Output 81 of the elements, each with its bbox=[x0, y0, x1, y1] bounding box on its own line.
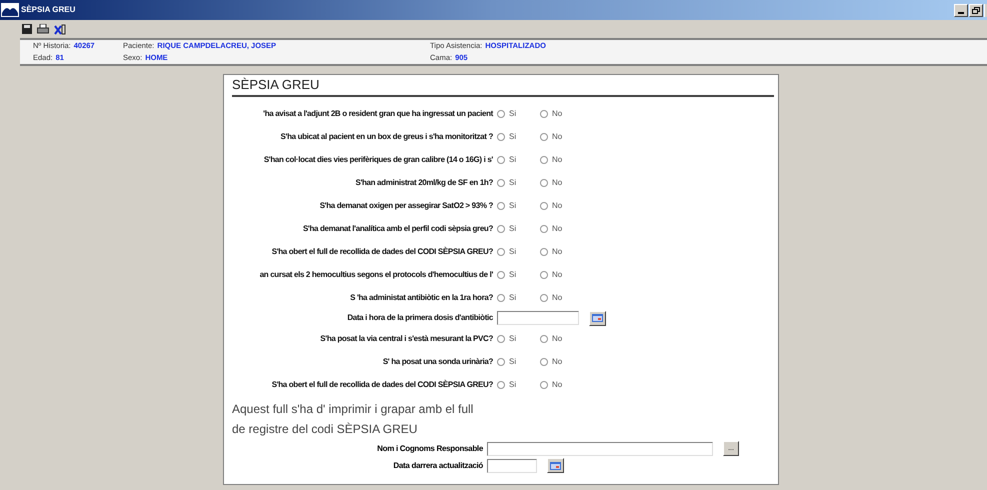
radio-option[interactable]: Si bbox=[497, 268, 540, 280]
radio-option[interactable]: Si bbox=[497, 154, 540, 166]
radio-button[interactable] bbox=[540, 132, 548, 140]
radio-option[interactable]: No bbox=[540, 378, 583, 390]
radio-option[interactable]: No bbox=[540, 200, 583, 212]
radio-option[interactable]: Si bbox=[497, 222, 540, 234]
radio-button[interactable] bbox=[540, 334, 548, 342]
question-label: S'ha demanat l'analítica amb el perfil codi sèpsia greu? bbox=[302, 222, 493, 234]
question-label: an cursat els 2 hemocultius segons el protocols d'hemocultius de l' bbox=[260, 268, 493, 280]
radio-option[interactable]: Si bbox=[497, 176, 540, 188]
radio-option[interactable]: No bbox=[540, 332, 583, 344]
radio-option[interactable]: No bbox=[540, 268, 583, 280]
calendar-icon bbox=[550, 462, 561, 470]
app-logo-icon bbox=[1, 3, 19, 17]
question-label: S'ha obert el full de recollida de dades del CODI SÈPSIA GREU? bbox=[272, 246, 493, 258]
radio-button[interactable] bbox=[497, 294, 505, 302]
radio-button[interactable] bbox=[497, 156, 505, 164]
datetime-input[interactable] bbox=[497, 311, 579, 325]
radio-option[interactable]: No bbox=[540, 222, 583, 234]
radio-option[interactable]: Si bbox=[497, 130, 540, 142]
calendar-button[interactable] bbox=[547, 458, 564, 473]
field-label: Data darrera actualització bbox=[392, 460, 484, 472]
radio-button[interactable] bbox=[540, 358, 548, 366]
radio-button[interactable] bbox=[540, 270, 548, 278]
date-input[interactable] bbox=[487, 458, 537, 472]
radio-button[interactable] bbox=[497, 110, 505, 118]
radio-option[interactable]: Si bbox=[497, 332, 540, 344]
question-label: S'ha obert el full de recollida de dades del CODI SÈPSIA GREU? bbox=[272, 378, 493, 390]
minimize-button[interactable] bbox=[954, 4, 968, 16]
question-label: S'ha posat la via central i s'està mesurant la PVC? bbox=[320, 332, 493, 344]
radio-button[interactable] bbox=[497, 380, 505, 388]
radio-option[interactable]: Si bbox=[497, 378, 540, 390]
radio-option[interactable]: Si bbox=[497, 200, 540, 212]
radio-option[interactable]: No bbox=[540, 292, 583, 304]
radio-button[interactable] bbox=[540, 248, 548, 256]
radio-option[interactable]: No bbox=[540, 130, 583, 142]
radio-button[interactable] bbox=[497, 334, 505, 342]
note-text: Aquest full s'ha d' imprimir i grapar amb el full bbox=[232, 401, 474, 418]
radio-button[interactable] bbox=[497, 132, 505, 140]
radio-button[interactable] bbox=[540, 178, 548, 186]
question-label: S' ha posat una sonda urinària? bbox=[382, 356, 493, 368]
responsible-input[interactable] bbox=[487, 442, 713, 456]
radio-option[interactable]: No bbox=[540, 176, 583, 188]
save-icon[interactable] bbox=[22, 24, 32, 34]
question-label: S 'ha administat antibiòtic en la 1ra hora? bbox=[350, 292, 493, 304]
radio-button[interactable] bbox=[540, 156, 548, 164]
radio-button[interactable] bbox=[540, 202, 548, 210]
radio-option[interactable]: Si bbox=[497, 246, 540, 258]
radio-option[interactable]: No bbox=[540, 108, 583, 120]
radio-button[interactable] bbox=[497, 248, 505, 256]
question-label: S'han administrat 20ml/kg de SF en 1h? bbox=[355, 176, 493, 188]
question-label: S'han col·locat dies vies perifèriques de gran calibre (14 o 16G) i s' bbox=[264, 154, 493, 166]
restore-button[interactable] bbox=[969, 4, 983, 16]
radio-button[interactable] bbox=[540, 294, 548, 302]
radio-option[interactable]: No bbox=[540, 356, 583, 368]
field-label: Nom i Cognoms Responsable bbox=[376, 442, 484, 454]
radio-button[interactable] bbox=[540, 110, 548, 118]
question-label: 'ha avisat a l'adjunt 2B o resident gran que ha ingressat un pacient bbox=[263, 108, 493, 120]
calendar-button[interactable] bbox=[589, 310, 606, 326]
radio-option[interactable]: No bbox=[540, 154, 583, 166]
radio-button[interactable] bbox=[497, 270, 505, 278]
note-text: de registre del codi SÈPSIA GREU bbox=[232, 421, 418, 438]
radio-button[interactable] bbox=[540, 224, 548, 232]
radio-button[interactable] bbox=[540, 380, 548, 388]
form-title: SÈPSIA GREU bbox=[232, 75, 774, 97]
restore-icon bbox=[972, 6, 980, 14]
question-label: S'ha ubicat al pacient en un box de greus i s'ha monitoritzat ? bbox=[280, 130, 493, 142]
radio-option[interactable]: Si bbox=[497, 292, 540, 304]
print-icon[interactable] bbox=[37, 24, 49, 34]
radio-option[interactable]: No bbox=[540, 246, 583, 258]
calendar-icon bbox=[592, 314, 603, 322]
radio-button[interactable] bbox=[497, 202, 505, 210]
exit-icon[interactable] bbox=[54, 24, 66, 34]
radio-option[interactable]: Si bbox=[497, 108, 540, 120]
question-label: S'ha demanat oxigen per assegirar SatO2 > 93% ? bbox=[320, 200, 493, 212]
radio-button[interactable] bbox=[497, 358, 505, 366]
radio-button[interactable] bbox=[497, 224, 505, 232]
window-title: SÈPSIA GREU bbox=[21, 4, 76, 16]
radio-button[interactable] bbox=[497, 178, 505, 186]
radio-option[interactable]: Si bbox=[497, 356, 540, 368]
question-label: Data i hora de la primera dosis d'antibiòtic bbox=[347, 312, 493, 324]
